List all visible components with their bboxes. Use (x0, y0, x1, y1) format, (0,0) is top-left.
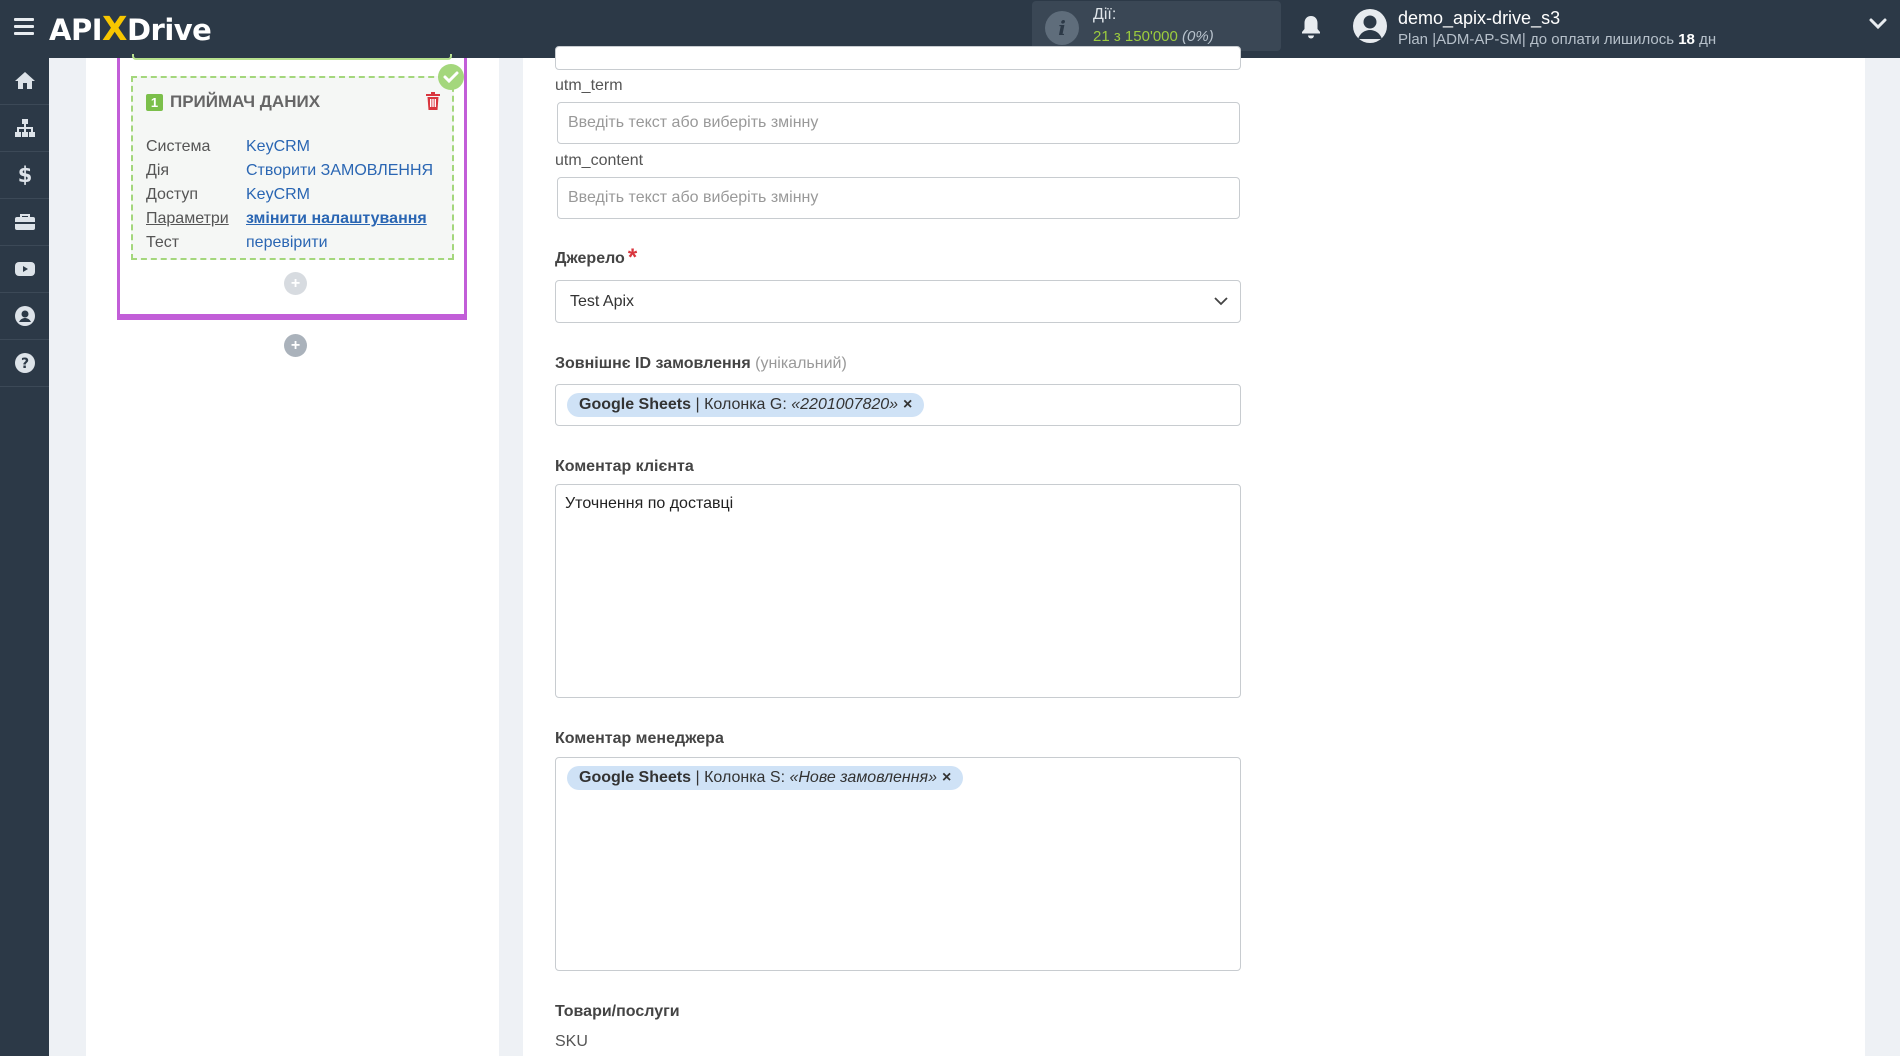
actions-counter: i Дії: 21 з 150'000 (0%) (1032, 1, 1281, 51)
utm-term-input[interactable] (557, 102, 1240, 144)
card-title: 1 ПРИЙМАЧ ДАНИХ (146, 92, 320, 112)
card-row-test: Тест перевірити (146, 234, 328, 252)
external-id-label: Зовнішнє ID замовлення (унікальний) (555, 355, 847, 372)
logo-x-text: X (102, 9, 127, 48)
actions-value: 21 з 150'000 (0%) (1093, 28, 1214, 45)
required-mark: * (627, 244, 638, 271)
manager-comment-field[interactable]: Google Sheets | Колонка S: «Нове замовле… (555, 757, 1241, 971)
chevron-down-icon (1214, 297, 1228, 306)
svg-text:?: ? (20, 356, 28, 372)
info-icon[interactable]: i (1045, 11, 1079, 45)
test-link[interactable]: перевірити (246, 234, 328, 252)
variable-tag: Google Sheets | Колонка G: «2201007820» … (567, 393, 925, 417)
user-plan: Plan |ADM-AP-SM| до оплати лишилось 18 д… (1398, 31, 1717, 48)
bell-icon[interactable] (1299, 14, 1323, 40)
sitemap-icon (14, 119, 35, 137)
chevron-down-icon[interactable] (1868, 17, 1888, 31)
user-circle-icon (14, 306, 35, 326)
sidebar-item-billing[interactable]: $ (0, 152, 49, 199)
sidebar-item-account[interactable] (0, 293, 49, 340)
sidebar-item-home[interactable] (0, 58, 49, 105)
change-settings-link[interactable]: змінити налаштування (246, 210, 427, 228)
hamburger-menu-icon[interactable] (14, 18, 34, 35)
add-step-inner-button[interactable]: + (284, 272, 307, 295)
sidebar-item-connections[interactable] (0, 105, 49, 152)
trash-icon[interactable] (425, 92, 441, 110)
card-title-text: ПРИЙМАЧ ДАНИХ (170, 92, 321, 111)
source-select-value: Test Apix (570, 292, 635, 310)
svg-text:$: $ (17, 163, 32, 187)
card-row-action: Дія Створити ЗАМОВЛЕННЯ (146, 162, 434, 179)
youtube-icon (14, 262, 35, 276)
user-name[interactable]: demo_apix-drive_s3 (1398, 8, 1560, 29)
client-comment-textarea[interactable]: Уточнення по доставці (555, 484, 1241, 698)
card-number-badge: 1 (146, 93, 163, 111)
card-details: Система KeyCRM Дія Створити ЗАМОВЛЕННЯ Д… (146, 135, 433, 255)
utm-term-label: utm_term (555, 77, 623, 94)
settings-form: utm_term utm_content Джерело* Test Apix … (523, 46, 1865, 1056)
utm-content-label: utm_content (555, 152, 644, 169)
products-label: Товари/послуги (555, 1003, 680, 1020)
client-comment-label: Коментар клієнта (555, 458, 694, 475)
previous-field-edge (555, 46, 1241, 70)
card-row-access: Доступ KeyCRM (146, 186, 311, 203)
home-icon (14, 72, 35, 89)
remove-tag-icon[interactable]: × (942, 769, 951, 787)
sidebar-item-services[interactable] (0, 199, 49, 246)
sku-label: SKU (555, 1033, 588, 1050)
utm-content-input[interactable] (557, 177, 1240, 219)
check-icon (438, 64, 464, 90)
sidebar-item-help[interactable]: ? (0, 340, 49, 387)
logo-drive-text: Drive (126, 13, 212, 47)
user-icon (1358, 15, 1382, 39)
receiver-card[interactable]: 1 ПРИЙМАЧ ДАНИХ Система KeyCRM Дія Створ… (131, 76, 454, 260)
logo[interactable]: APIXDrive (49, 9, 212, 48)
add-step-button[interactable]: + (284, 334, 307, 357)
card-row-system: Система KeyCRM (146, 138, 311, 155)
flow-panel: 1 ПРИЙМАЧ ДАНИХ Система KeyCRM Дія Створ… (86, 54, 499, 1056)
remove-tag-icon[interactable]: × (903, 396, 912, 414)
avatar[interactable] (1353, 9, 1387, 43)
variable-tag: Google Sheets | Колонка S: «Нове замовле… (567, 766, 964, 790)
external-id-field[interactable]: Google Sheets | Колонка G: «2201007820» … (555, 384, 1241, 426)
source-label: Джерело * (555, 244, 638, 271)
logo-api-text: API (49, 13, 103, 47)
manager-comment-label: Коментар менеджера (555, 730, 724, 747)
dollar-icon: $ (17, 163, 32, 187)
card-row-params: Параметри змінити налаштування (146, 210, 427, 228)
briefcase-icon (14, 214, 35, 230)
source-select[interactable]: Test Apix (555, 280, 1241, 323)
actions-label: Дії: (1093, 6, 1117, 23)
sidebar: $ ? (0, 58, 49, 1056)
help-icon: ? (14, 353, 35, 373)
sidebar-item-video[interactable] (0, 246, 49, 293)
